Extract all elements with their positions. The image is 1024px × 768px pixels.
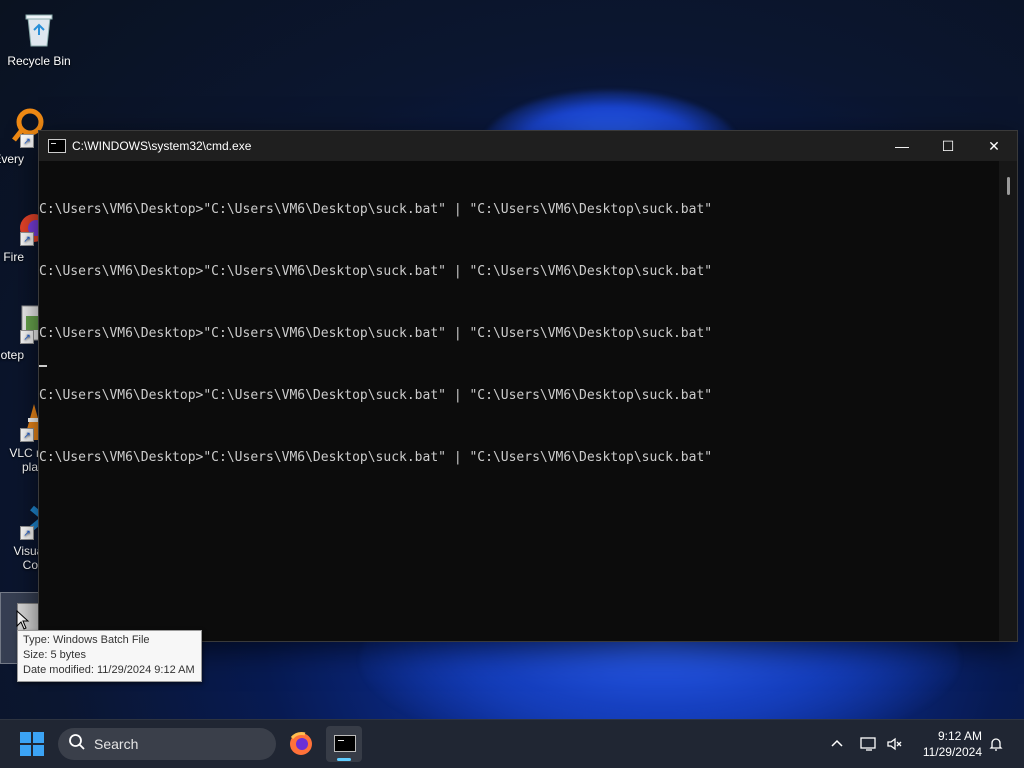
console-line: C:\Users\VM6\Desktop>"C:\Users\VM6\Deskt…	[39, 450, 713, 465]
tooltip-date-modified: Date modified: 11/29/2024 9:12 AM	[23, 664, 195, 676]
shortcut-arrow-icon: ↗	[20, 134, 34, 148]
shortcut-arrow-icon: ↗	[20, 232, 34, 246]
console-line: C:\Users\VM6\Desktop>"C:\Users\VM6\Deskt…	[39, 202, 713, 217]
clock-time: 9:12 AM	[937, 729, 982, 743]
start-button[interactable]	[20, 732, 44, 756]
console-line: C:\Users\VM6\Desktop>"C:\Users\VM6\Deskt…	[39, 388, 713, 403]
console-text-cursor	[39, 365, 47, 367]
windows-logo-pane	[20, 745, 31, 756]
desktop: Recycle Bin ↗ Every ↗ Fire ↗	[0, 0, 1024, 768]
tooltip-size: Size: 5 bytes	[23, 649, 86, 661]
chevron-up-icon	[831, 739, 843, 747]
scrollbar-thumb[interactable]	[1007, 177, 1010, 195]
taskbar-search-box[interactable]: Search	[58, 728, 276, 760]
desktop-icon-label: Recycle Bin	[7, 54, 71, 68]
network-status-button[interactable]	[860, 720, 878, 768]
minimize-button[interactable]: —	[879, 131, 925, 161]
maximize-button[interactable]: ☐	[925, 131, 971, 161]
network-icon	[860, 737, 876, 751]
desktop-icon-recycle-bin[interactable]: Recycle Bin	[1, 10, 77, 68]
cmd-titlebar[interactable]: C:\WINDOWS\system32\cmd.exe — ☐ ✕	[39, 131, 1017, 161]
windows-logo-icon	[20, 732, 31, 743]
close-button[interactable]: ✕	[971, 131, 1017, 161]
search-icon	[68, 733, 86, 756]
notifications-button[interactable]	[988, 720, 1004, 768]
clock-date: 11/29/2024	[922, 745, 982, 759]
windows-logo-pane	[33, 745, 44, 756]
taskbar-cmd-button[interactable]	[326, 726, 362, 762]
speaker-muted-icon	[887, 737, 902, 751]
tooltip-type: Type: Windows Batch File	[23, 634, 150, 646]
bell-icon	[989, 738, 1003, 751]
search-label: Search	[94, 736, 139, 752]
cmd-console-output[interactable]: C:\Users\VM6\Desktop>"C:\Users\VM6\Deskt…	[39, 161, 999, 641]
volume-status-button[interactable]	[886, 720, 904, 768]
cmd-scrollbar[interactable]	[999, 161, 1017, 641]
console-line: C:\Users\VM6\Desktop>"C:\Users\VM6\Deskt…	[39, 326, 713, 341]
recycle-bin-icon	[19, 10, 59, 50]
shortcut-arrow-icon: ↗	[20, 330, 34, 344]
cmd-window[interactable]: C:\WINDOWS\system32\cmd.exe — ☐ ✕ C:\Use…	[38, 130, 1018, 642]
tray-overflow-button[interactable]	[830, 720, 844, 768]
file-info-tooltip: Type: Windows Batch File Size: 5 bytes D…	[17, 630, 202, 682]
windows-logo-pane	[33, 732, 44, 743]
shortcut-arrow-icon: ↗	[20, 526, 34, 540]
taskbar: Search 9:12 AM 11/29/2024	[0, 719, 1024, 768]
console-line: C:\Users\VM6\Desktop>"C:\Users\VM6\Deskt…	[39, 264, 713, 279]
cmd-app-icon	[48, 139, 66, 153]
active-indicator	[337, 758, 351, 761]
terminal-icon	[334, 735, 356, 752]
firefox-icon	[290, 732, 312, 755]
shortcut-arrow-icon: ↗	[20, 428, 34, 442]
taskbar-firefox-button[interactable]	[283, 726, 319, 762]
taskbar-clock[interactable]: 9:12 AM 11/29/2024	[923, 728, 982, 760]
cmd-window-title: C:\WINDOWS\system32\cmd.exe	[72, 139, 252, 153]
